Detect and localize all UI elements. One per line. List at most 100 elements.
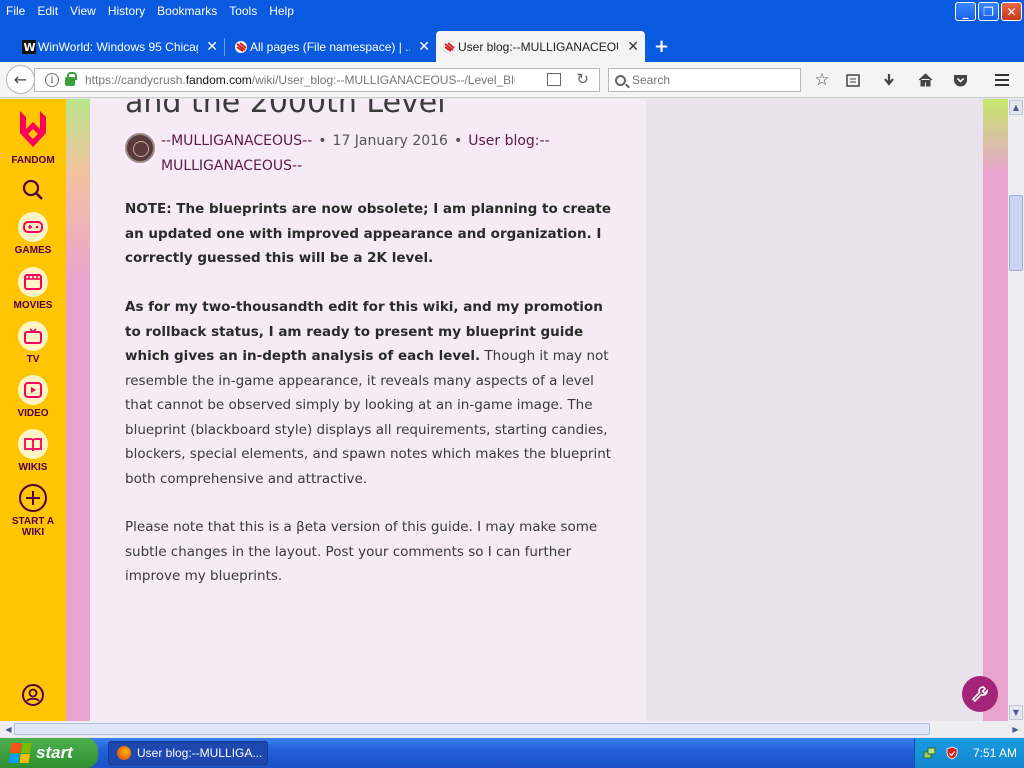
vertical-scroll-thumb[interactable] [1009, 195, 1023, 271]
search-box[interactable] [608, 68, 801, 92]
download-icon[interactable] [879, 70, 899, 90]
menu-file[interactable]: File [0, 4, 31, 18]
wrench-icon [971, 686, 988, 703]
security-shield-icon[interactable] [945, 746, 959, 760]
horizontal-scroll-thumb[interactable] [14, 723, 930, 735]
close-tab-icon[interactable]: ✕ [206, 38, 218, 55]
play-video-icon [18, 375, 48, 405]
rail-item-games[interactable]: GAMES [0, 212, 66, 256]
tab-winworld[interactable]: W WinWorld: Windows 95 Chicago ✕ [16, 31, 224, 62]
avatar[interactable] [125, 133, 155, 163]
page-title: and the 2000th Level [125, 99, 446, 120]
reading-list-icon[interactable] [843, 70, 863, 90]
wiki-tools-button[interactable] [962, 676, 998, 712]
right-rail [646, 99, 983, 721]
url-prefix: https://candycrush. [85, 73, 186, 87]
scroll-up-arrow-icon[interactable]: ▲ [1009, 100, 1023, 115]
taskbar-window-label: User blog:--MULLIGA... [137, 746, 263, 760]
fandom-global-nav: FANDOM GAMES MOVIES TV VIDEO WIKIS START… [0, 99, 66, 721]
tab-user-blog[interactable]: User blog:--MULLIGANACEOU... ✕ [436, 31, 645, 62]
menu-bar: File Edit View History Bookmarks Tools H… [0, 0, 1024, 21]
system-clock: 7:51 AM [973, 746, 1018, 760]
menu-edit[interactable]: Edit [31, 4, 64, 18]
minimize-button[interactable]: _ [955, 2, 976, 21]
plus-circle-icon [19, 484, 47, 512]
rail-label-wikis: WIKIS [18, 462, 48, 473]
rail-label-video: VIDEO [17, 408, 49, 419]
menu-bookmarks[interactable]: Bookmarks [151, 4, 223, 18]
meta-separator: • [318, 133, 327, 149]
url-domain: fandom.com [185, 73, 252, 87]
menu-view[interactable]: View [64, 4, 102, 18]
back-button[interactable]: ← [6, 65, 35, 94]
rail-label-movies: MOVIES [13, 300, 53, 311]
candy-icon [442, 40, 456, 54]
rail-item-tv[interactable]: TV [0, 321, 66, 365]
web-page: and the 2000th Level --MULLIGANACEOUS-- •… [0, 99, 1008, 721]
rail-item-wikis[interactable]: WIKIS [0, 429, 66, 473]
post-date: 17 January 2016 [332, 133, 448, 149]
user-account-icon [22, 684, 44, 706]
firefox-icon [117, 746, 131, 760]
tab-all-pages[interactable]: All pages (File namespace) | ... ✕ [228, 31, 436, 62]
url-bar[interactable]: i https://candycrush.fandom.com/wiki/Use… [34, 68, 600, 92]
note-paragraph: NOTE: The blueprints are now obsolete; I… [125, 197, 615, 271]
close-tab-icon[interactable]: ✕ [418, 38, 430, 55]
lock-icon [65, 72, 77, 86]
home-icon[interactable] [915, 70, 935, 90]
windows-taskbar: start User blog:--MULLIGA... 7:51 AM [0, 738, 1024, 768]
navigation-bar: i https://candycrush.fandom.com/wiki/Use… [0, 62, 1024, 98]
new-tab-icon[interactable]: + [654, 36, 669, 57]
tab-label: User blog:--MULLIGANACEOU... [458, 39, 618, 54]
scroll-down-arrow-icon[interactable]: ▼ [1009, 705, 1023, 720]
rail-label-start-a-wiki: START A WIKI [11, 516, 55, 538]
rail-item-start-a-wiki[interactable]: START A WIKI [0, 483, 66, 538]
search-input[interactable] [632, 73, 792, 87]
search-icon [22, 179, 43, 200]
reader-view-icon[interactable] [547, 73, 561, 86]
menu-tools[interactable]: Tools [223, 4, 263, 18]
meta-separator: • [453, 133, 463, 149]
reload-icon[interactable]: ↻ [576, 70, 589, 88]
scroll-right-arrow-icon[interactable]: ▶ [1008, 722, 1023, 736]
winworld-icon: W [22, 40, 36, 54]
fandom-logo[interactable]: FANDOM [0, 107, 66, 166]
search-icon [615, 74, 626, 86]
taskbar-firefox-window[interactable]: User blog:--MULLIGA... [108, 741, 268, 765]
close-tab-icon[interactable]: ✕ [627, 38, 639, 55]
tab-separator [224, 38, 225, 56]
bookmark-star-icon[interactable]: ☆ [812, 70, 832, 90]
fandom-label: FANDOM [11, 155, 55, 166]
horizontal-scrollbar[interactable]: ◀ ▶ [0, 721, 1024, 737]
restore-button[interactable]: ❐ [978, 2, 999, 21]
page-info-icon[interactable]: i [45, 73, 59, 87]
tv-icon [18, 321, 48, 351]
url-text[interactable]: https://candycrush.fandom.com/wiki/User_… [85, 73, 515, 87]
article-content: and the 2000th Level --MULLIGANACEOUS-- •… [90, 99, 646, 721]
start-button[interactable]: start [0, 738, 98, 768]
background-art-left [66, 99, 90, 721]
author-link[interactable]: --MULLIGANACEOUS-- [161, 133, 312, 149]
pocket-icon[interactable] [950, 70, 970, 90]
fandom-flame-icon [20, 111, 46, 147]
url-path: /wiki/User_blog:--MULLIGANACEOUS--/Level… [251, 73, 515, 87]
candy-icon [235, 41, 247, 53]
post-meta: --MULLIGANACEOUS-- • 17 January 2016 • User … [161, 129, 601, 179]
svg-text:W: W [24, 41, 36, 54]
gamepad-icon [18, 212, 48, 242]
rail-user-account[interactable] [0, 683, 66, 707]
window-controls: _ ❐ ✕ [955, 2, 1022, 21]
note-text: NOTE: The blueprints are now obsolete; I… [125, 201, 611, 266]
film-icon [18, 267, 48, 297]
menu-history[interactable]: History [102, 4, 151, 18]
network-icon[interactable] [923, 746, 937, 760]
rail-search[interactable] [0, 179, 66, 201]
hamburger-menu-icon[interactable] [992, 70, 1012, 90]
menu-help[interactable]: Help [263, 4, 300, 18]
rail-label-tv: TV [26, 354, 40, 365]
intro-text: Though it may not resemble the in-game a… [125, 348, 612, 487]
rail-item-video[interactable]: VIDEO [0, 375, 66, 419]
rail-item-movies[interactable]: MOVIES [0, 267, 66, 311]
close-window-button[interactable]: ✕ [1001, 2, 1022, 21]
vertical-scrollbar[interactable]: ▲ ▼ [1008, 99, 1024, 721]
